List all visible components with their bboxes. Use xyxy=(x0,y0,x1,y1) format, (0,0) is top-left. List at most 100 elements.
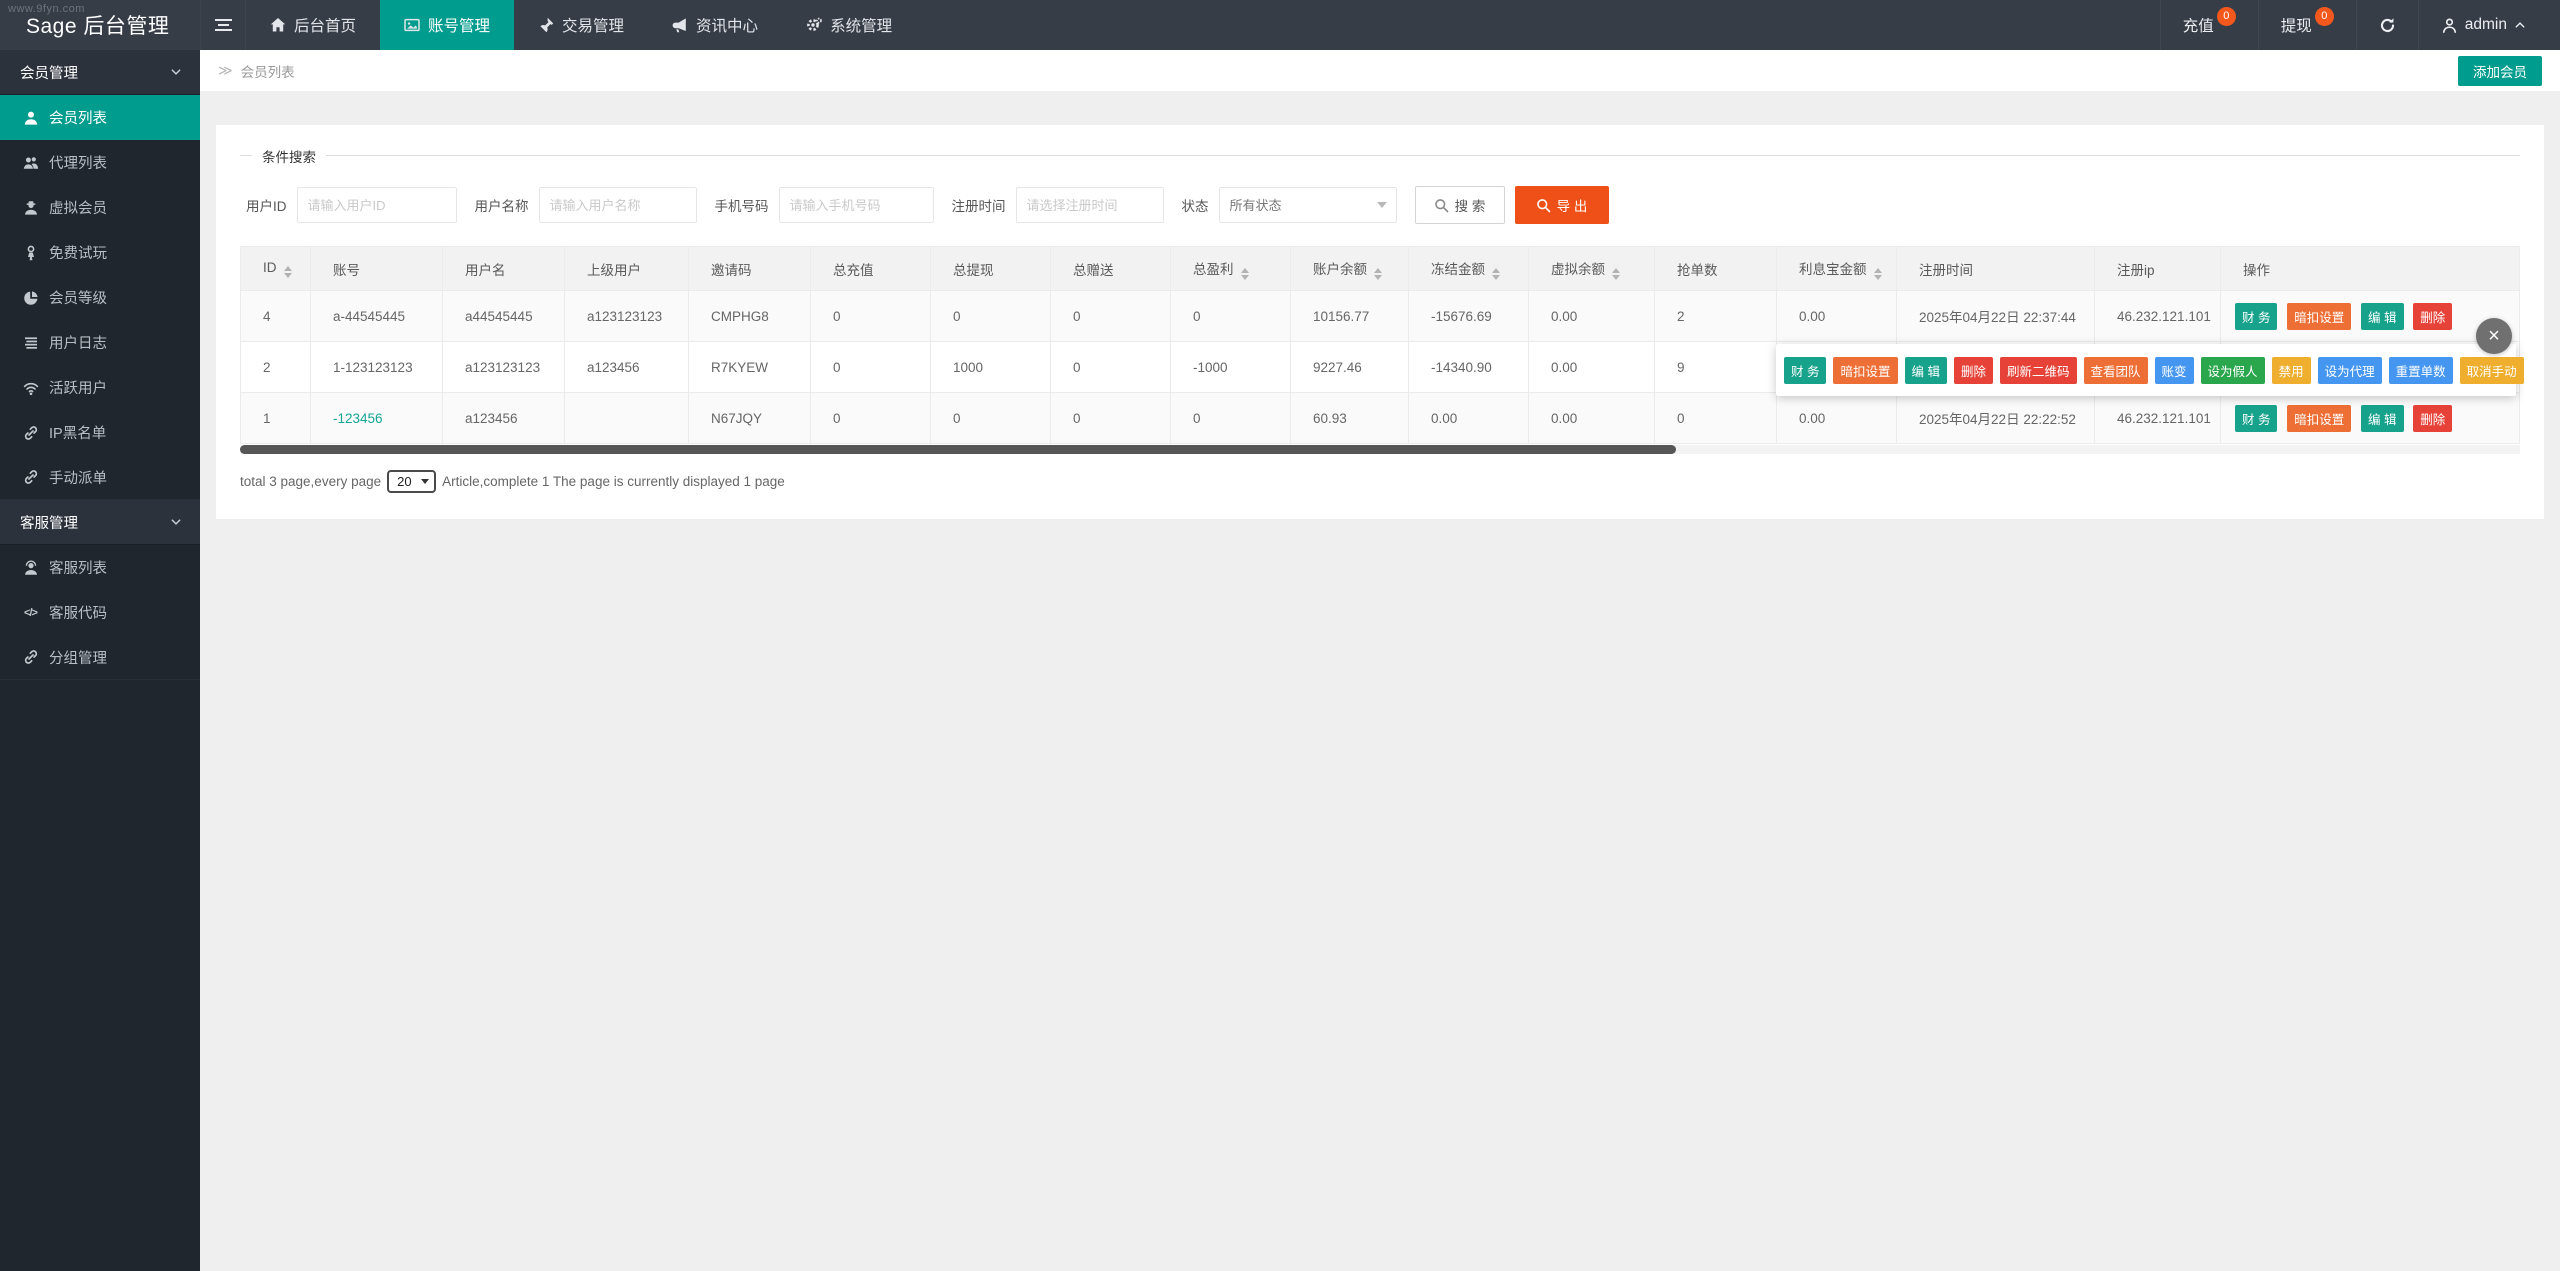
sort-icon[interactable] xyxy=(1874,268,1882,280)
filter-user-name: 用户名称 xyxy=(475,187,697,223)
edit-button[interactable]: 编 辑 xyxy=(1905,357,1947,384)
sort-icon[interactable] xyxy=(284,266,292,278)
username: admin xyxy=(2465,16,2507,34)
delete-button[interactable]: 删除 xyxy=(1954,357,1993,384)
sort-icon[interactable] xyxy=(1612,268,1620,280)
sort-icon[interactable] xyxy=(1374,268,1382,280)
menu-toggle-icon[interactable] xyxy=(200,0,246,50)
withdraw-badge: 0 xyxy=(2315,7,2334,26)
cell-account-link[interactable]: -123456 xyxy=(311,393,443,444)
hidden-deduction-button[interactable]: 暗扣设置 xyxy=(2287,303,2351,330)
sidebar-item-member-list[interactable]: 会员列表 xyxy=(0,95,200,140)
sidebar-item-agent-list[interactable]: 代理列表 xyxy=(0,140,200,185)
user-id-input[interactable] xyxy=(297,187,457,223)
hidden-deduction-button[interactable]: 暗扣设置 xyxy=(1833,357,1897,384)
search-button-label: 搜 索 xyxy=(1455,195,1486,215)
row-actions-popup: 财 务 暗扣设置 编 辑 删除 刷新二维码 查看团队 账变 设为假人 禁用 设为… xyxy=(1776,344,2516,396)
cell: 0 xyxy=(1171,291,1291,342)
export-button[interactable]: 导 出 xyxy=(1515,186,1609,224)
actions-cell: 财 务 暗扣设置 编 辑 删除 xyxy=(2221,291,2520,342)
nav-item-label: 系统管理 xyxy=(830,14,892,36)
sidebar-section-service[interactable]: 客服管理 xyxy=(0,500,200,545)
actions-cell: 财 务 暗扣设置 编 辑 删除 xyxy=(2221,393,2520,444)
finance-button[interactable]: 财 务 xyxy=(1784,357,1826,384)
recharge-label: 充值 xyxy=(2183,14,2214,36)
add-member-button[interactable]: 添加会员 xyxy=(2458,56,2542,86)
sort-icon[interactable] xyxy=(1241,268,1249,280)
sidebar-item-group-management[interactable]: 分组管理 xyxy=(0,635,200,680)
sidebar-item-service-code[interactable]: </> 客服代码 xyxy=(0,590,200,635)
delete-button[interactable]: 删除 xyxy=(2413,303,2452,330)
nav-item-trade[interactable]: 交易管理 xyxy=(514,0,648,50)
cell: 46.232.121.101 xyxy=(2095,291,2221,342)
link-icon xyxy=(22,649,39,666)
pagination-text-after: Article,complete 1 The page is currently… xyxy=(442,474,785,489)
disable-button[interactable]: 禁用 xyxy=(2272,357,2311,384)
refresh-button[interactable] xyxy=(2356,0,2418,50)
finance-button[interactable]: 财 务 xyxy=(2235,405,2277,432)
double-arrow-icon: ≫ xyxy=(218,62,233,79)
watermark: www.9fyn.com xyxy=(8,3,85,15)
sidebar-item-user-logs[interactable]: 用户日志 xyxy=(0,320,200,365)
link-icon xyxy=(22,424,39,441)
set-agent-button[interactable]: 设为代理 xyxy=(2318,357,2382,384)
megaphone-icon xyxy=(672,17,688,33)
page-size-select[interactable]: 20 xyxy=(387,470,436,493)
scrollbar-thumb[interactable] xyxy=(240,445,1676,454)
sidebar-section-title: 客服管理 xyxy=(20,512,78,533)
horizontal-scrollbar[interactable] xyxy=(240,445,2520,454)
sidebar-section-members[interactable]: 会员管理 xyxy=(0,50,200,95)
sidebar-item-active-users[interactable]: 活跃用户 xyxy=(0,365,200,410)
cancel-manual-button[interactable]: 取消手动 xyxy=(2460,357,2524,384)
cell: 0.00 xyxy=(1529,342,1655,393)
users-icon xyxy=(22,154,39,171)
sort-icon[interactable] xyxy=(1492,268,1500,280)
nav-item-accounts[interactable]: 账号管理 xyxy=(380,0,514,50)
nav-item-news[interactable]: 资讯中心 xyxy=(648,0,782,50)
sidebar-item-ip-blacklist[interactable]: IP黑名单 xyxy=(0,410,200,455)
withdraw-button[interactable]: 提现 0 xyxy=(2258,0,2356,50)
refresh-qrcode-button[interactable]: 刷新二维码 xyxy=(2000,357,2077,384)
finance-button[interactable]: 财 务 xyxy=(2235,303,2277,330)
member-list-card: 条件搜索 用户ID 用户名称 手机号码 xyxy=(216,125,2544,519)
sidebar-item-label: 客服列表 xyxy=(49,557,107,578)
sidebar-item-virtual-members[interactable]: 虚拟会员 xyxy=(0,185,200,230)
search-button[interactable]: 搜 索 xyxy=(1415,186,1505,224)
cell: 0 xyxy=(1051,291,1171,342)
nav-item-system[interactable]: 系统管理 xyxy=(782,0,916,50)
filter-legend: 条件搜索 xyxy=(252,146,326,166)
status-select[interactable]: 所有状态 xyxy=(1219,187,1397,223)
sidebar-item-label: 会员列表 xyxy=(49,107,107,128)
cell: 0.00 xyxy=(1409,393,1529,444)
sidebar-item-manual-dispatch[interactable]: 手动派单 xyxy=(0,455,200,500)
account-change-button[interactable]: 账变 xyxy=(2155,357,2194,384)
set-fake-user-button[interactable]: 设为假人 xyxy=(2201,357,2265,384)
close-icon[interactable]: × xyxy=(2476,318,2512,354)
edit-button[interactable]: 编 辑 xyxy=(2361,405,2403,432)
sidebar-item-label: 用户日志 xyxy=(49,332,107,353)
user-name-input[interactable] xyxy=(539,187,697,223)
cell: N67JQY xyxy=(689,393,811,444)
sidebar-item-label: 活跃用户 xyxy=(49,377,107,398)
recharge-button[interactable]: 充值 0 xyxy=(2160,0,2258,50)
sidebar-item-free-trial[interactable]: 免费试玩 xyxy=(0,230,200,275)
cell: 0 xyxy=(811,342,931,393)
hidden-deduction-button[interactable]: 暗扣设置 xyxy=(2287,405,2351,432)
edit-button[interactable]: 编 辑 xyxy=(2361,303,2403,330)
sidebar-item-member-levels[interactable]: 会员等级 xyxy=(0,275,200,320)
delete-button[interactable]: 删除 xyxy=(2413,405,2452,432)
top-navbar: www.9fyn.com Sage 后台管理 后台首页 账号管理 交易管理 xyxy=(0,0,2560,50)
reset-order-count-button[interactable]: 重置单数 xyxy=(2389,357,2453,384)
nav-item-home[interactable]: 后台首页 xyxy=(246,0,380,50)
cell: 2 xyxy=(241,342,311,393)
sidebar-item-service-list[interactable]: 客服列表 xyxy=(0,545,200,590)
cell: 9227.46 xyxy=(1291,342,1409,393)
cell: 1 xyxy=(241,393,311,444)
col-header-parent: 上级用户 xyxy=(565,247,689,291)
user-menu[interactable]: admin xyxy=(2418,0,2560,50)
phone-input[interactable] xyxy=(779,187,934,223)
reg-time-input[interactable] xyxy=(1016,187,1164,223)
cell: 46.232.121.101 xyxy=(2095,393,2221,444)
view-team-button[interactable]: 查看团队 xyxy=(2084,357,2148,384)
topbar-right: 充值 0 提现 0 admin xyxy=(2160,0,2560,50)
